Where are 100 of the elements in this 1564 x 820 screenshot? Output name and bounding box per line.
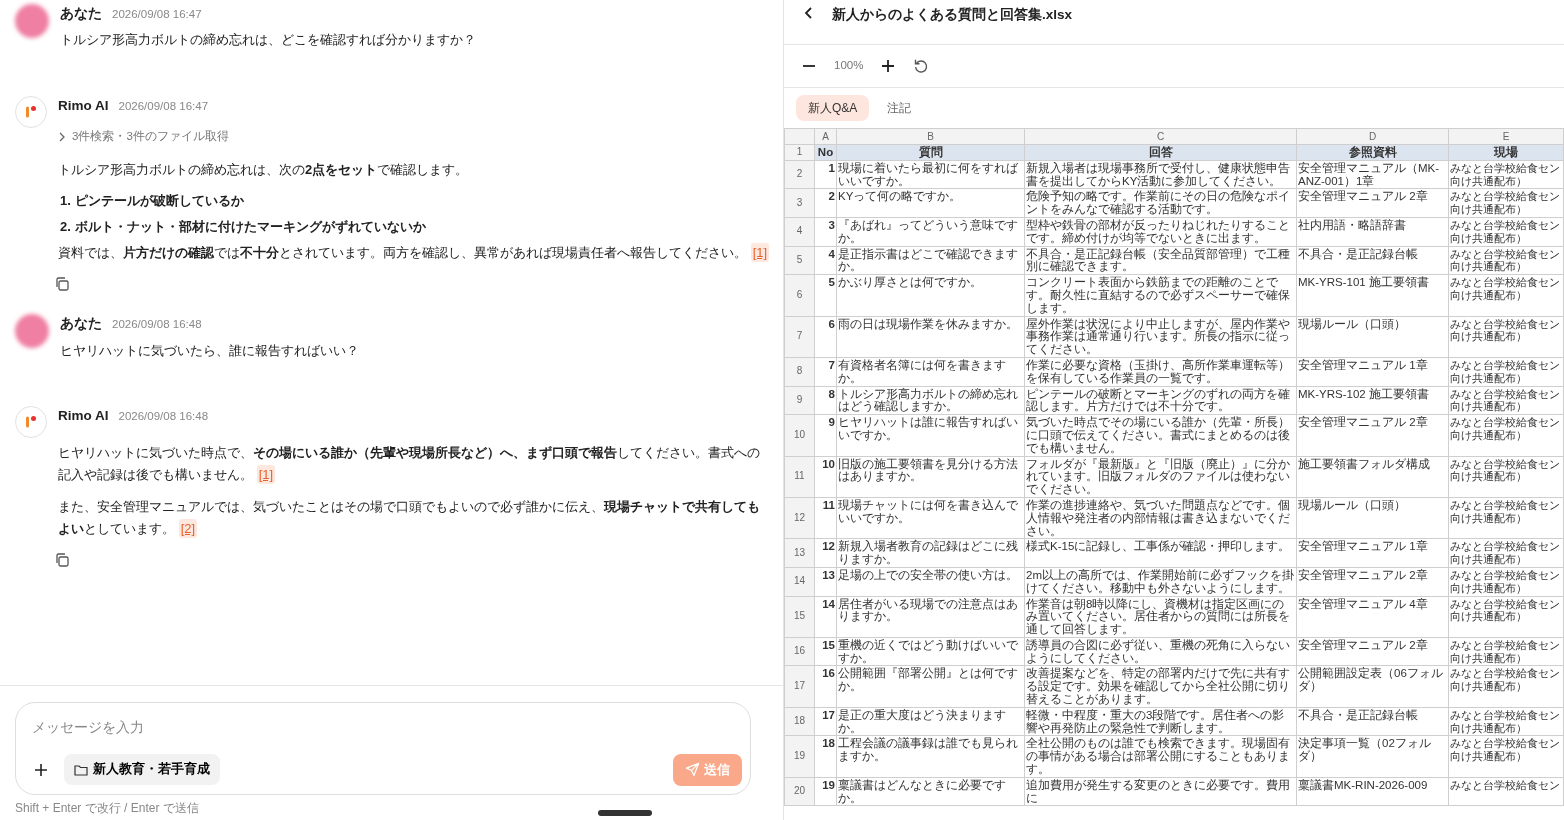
table-cell: 作業に必要な資格（玉掛け、高所作業車運転等）を保有している作業員の一覧です。 [1024,357,1297,387]
table-cell: 有資格者名簿には何を書きますか。 [836,357,1025,387]
zoom-level: 100% [834,58,864,74]
citation-link[interactable]: [1] [750,243,770,263]
table-cell: みなと台学校給食セン 向け共通配布） [1448,456,1564,498]
scroll-handle[interactable] [598,809,652,816]
table-cell: みなと台学校給食セン 向け共通配布） [1448,666,1564,708]
table-cell: 安全管理マニュアル 2章 [1296,188,1449,218]
table-cell: みなと台学校給食セン [1448,777,1564,806]
table-cell: ピンテールの破断とマーキングのずれの両方を確認します。片方だけでは不十分です。 [1024,386,1297,415]
column-header[interactable]: D [1296,128,1449,145]
table-cell: コンクリート表面から鉄筋までの距離のことです。耐久性に直結するので必ずスペーサーで確保します。 [1024,274,1297,317]
tool-steps-toggle[interactable]: 3件検索・3件のファイル取得 [58,128,229,146]
send-icon [685,762,700,778]
column-header[interactable]: A [814,128,837,145]
table-cell: フォルダが『最新版』と『旧版（廃止）』に分かれています。旧版フォルダのファイルは使わないでください。 [1024,456,1297,498]
table-cell: みなと台学校給食セン 向け共通配布） [1448,386,1564,415]
table-cell: 14 [814,596,837,638]
table-cell: 足場の上での安全帯の使い方は。 [836,567,1025,596]
message-text: トルシア形高力ボルトの締め忘れは、どこを確認すれば分かりますか？ [60,31,477,50]
zoom-in-button[interactable] [881,59,896,73]
author-name: あなた [60,5,102,23]
row-header[interactable]: 5 [784,246,815,275]
message-text: また、安全管理マニュアルでは、気づいたことはその場で口頭でもよいので必ず誰かに伝え、現場チャットで共有してもよいとしています。 [2] [58,498,761,541]
column-header[interactable]: B [836,128,1025,145]
table-cell: 是正指示書はどこで確認できますか。 [836,246,1025,275]
copy-button[interactable] [54,276,70,293]
table-cell: 雨の日は現場作業を休みますか。 [836,316,1025,358]
table-cell: 9 [814,414,837,457]
copy-button[interactable] [54,552,70,569]
row-header[interactable]: 8 [784,357,815,387]
table-cell: 安全管理マニュアル 1章 [1296,538,1449,568]
table-cell: みなと台学校給食セン 向け共通配布） [1448,188,1564,218]
list-item-text: ボルト・ナット・部材に付けたマーキングがずれていないか [74,217,426,236]
sheet-tab[interactable]: 新人Q&A [796,95,870,121]
table-cell: 『あばれ』ってどういう意味ですか。 [836,217,1025,247]
table-cell: 新規入場者は現場事務所で受付し、健康状態申告書を提出してからKY活動に参加してください。 [1024,160,1297,189]
row-header[interactable]: 19 [784,735,815,778]
row-header[interactable]: 12 [784,497,815,539]
table-cell: 2 [814,188,837,218]
logo-icon [23,103,39,120]
reset-button[interactable] [913,58,930,74]
folder-chip[interactable]: 新人教育・若手育成 [64,754,220,786]
table-cell: 新規入場者教育の記録はどこに残りますか。 [836,538,1025,568]
message-text: ヒヤリハットに気づいたら、誰に報告すればいい？ [60,341,360,360]
timestamp: 2026/09/08 16:47 [112,7,202,22]
keyboard-hint: Shift + Enter で改行 / Enter で送信 [15,800,199,816]
table-cell: 屋外作業は状況により中止しますが、屋内作業や事務作業は通常通り行います。所長の指示に従ってください。 [1024,316,1297,358]
table-cell: 危険予知の略です。作業前にその日の危険なポイントをみんなで確認する活動です。 [1024,188,1297,218]
table-cell: 安全管理マニュアル（MK-ANZ-001）1章 [1296,160,1449,189]
table-cell: 稟議書MK-RIN-2026-009 [1296,777,1449,806]
table-cell: 2m以上の高所では、作業開始前に必ずフックを掛けてください。移動中も外さないようにします。 [1024,567,1297,596]
table-cell: 気づいた時点でその場にいる誰か（先輩・所長）に口頭で伝えてください。書式にまとめるのは後でも構いません。 [1024,414,1297,457]
minus-icon [802,65,816,67]
row-header[interactable]: 7 [784,316,815,358]
row-header[interactable]: 14 [784,567,815,596]
table-cell: 16 [814,666,837,708]
table-cell: 安全管理マニュアル 2章 [1296,414,1449,457]
table-cell: 安全管理マニュアル 4章 [1296,596,1449,638]
row-header[interactable]: 2 [784,160,815,189]
table-cell: 6 [814,316,837,358]
message-text: ヒヤリハットに気づいた時点で、その場にいる誰か（先輩や現場所長など）へ、まず口頭で報告してください。書式への記入や記録は後でも構いません。 [1] [58,444,761,487]
table-cell: 軽微・中程度・重大の3段階です。居住者への影響や再発防止の緊急性で判断します。 [1024,707,1297,736]
table-cell: 8 [814,386,837,415]
row-header[interactable]: 15 [784,596,815,638]
table-cell: 10 [814,456,837,498]
table-cell: 3 [814,217,837,247]
author-name: あなた [60,315,102,334]
avatar [15,4,49,38]
table-cell: 不具合・是正記録台帳 [1296,707,1449,736]
table-cell: 是正の重大度はどう決まりますか。 [836,707,1025,736]
citation-link[interactable]: [1] [256,465,276,485]
row-header[interactable]: 18 [784,707,815,736]
avatar [15,314,49,349]
table-cell: 改善提案などを、特定の部署内だけで先に共有する設定です。効果を確認してから全社公開に切り替えることがあります。 [1024,666,1297,708]
row-header[interactable]: 9 [784,386,815,415]
citation-link[interactable]: [2] [178,519,198,539]
row-header[interactable]: 10 [784,414,815,457]
table-cell: 7 [814,357,837,387]
row-header[interactable]: 4 [784,217,815,247]
timestamp: 2026/09/08 16:48 [112,317,202,333]
row-header[interactable]: 3 [784,188,815,218]
row-header[interactable]: 20 [784,777,815,806]
column-header[interactable]: C [1024,128,1297,145]
sheet-tab[interactable]: 注記 [875,95,924,121]
table-cell: 居住者がいる現場での注意点はありますか。 [836,596,1025,638]
row-header[interactable]: 17 [784,666,815,708]
row-header[interactable]: 11 [784,456,815,498]
table-cell: 作業音は朝8時以降にし、資機材は指定区画にのみ置いてください。居住者からの質問には所長を通して回答します。 [1024,596,1297,638]
list-item-text: ピンテールが破断しているか [74,192,244,211]
logo-icon [23,414,39,430]
row-header[interactable]: 16 [784,637,815,666]
table-cell: 安全管理マニュアル 2章 [1296,567,1449,596]
table-cell: 重機の近くではどう動けばいいですか。 [836,637,1025,666]
row-header[interactable]: 6 [784,274,815,317]
column-header[interactable]: E [1448,128,1564,145]
message-field[interactable]: メッセージを入力 新人教育・若手育成 送信 [15,702,751,795]
table-cell: 安全管理マニュアル 2章 [1296,637,1449,666]
row-header[interactable]: 13 [784,538,815,568]
table-cell: MK-YRS-102 施工要領書 [1296,386,1449,415]
